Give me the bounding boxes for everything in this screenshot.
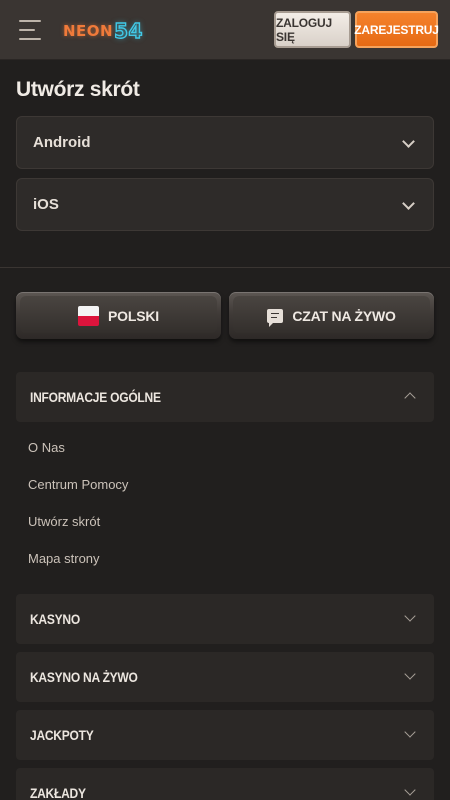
link-help-center[interactable]: Centrum Pomocy: [28, 477, 128, 492]
chevron-up-icon: [404, 392, 416, 404]
language-label: POLSKI: [108, 307, 159, 324]
register-button[interactable]: ZAREJESTRUJ: [354, 11, 439, 48]
android-dropdown[interactable]: Android: [16, 116, 434, 169]
menu-icon[interactable]: [19, 20, 41, 40]
chevron-down-icon: [404, 668, 416, 680]
chevron-down-icon: [404, 784, 416, 796]
shortcut-title: Utwórz skrót: [16, 78, 140, 101]
accordion-label: KASYNO NA ŻYWO: [30, 669, 138, 685]
login-button[interactable]: ZALOGUJ SIĘ: [274, 11, 351, 48]
dropdown-label: Android: [33, 134, 91, 151]
accordion-label: KASYNO: [30, 611, 80, 627]
live-chat-button[interactable]: CZAT NA ŻYWO: [229, 292, 434, 339]
poland-flag-icon: [78, 305, 100, 326]
accordion-bets[interactable]: ZAKŁADY: [16, 768, 434, 800]
chevron-down-icon: [404, 610, 416, 622]
accordion-label: INFORMACJE OGÓLNE: [30, 389, 161, 405]
ios-dropdown[interactable]: iOS: [16, 178, 434, 231]
accordion-general-info[interactable]: INFORMACJE OGÓLNE: [16, 372, 434, 422]
accordion-casino[interactable]: KASYNO: [16, 594, 434, 644]
chevron-down-icon: [402, 197, 415, 210]
create-shortcut-section: Utwórz skrót Android iOS: [0, 61, 450, 268]
logo-number: 54: [113, 18, 143, 43]
chat-icon: [267, 308, 284, 327]
link-sitemap[interactable]: Mapa strony: [28, 551, 100, 566]
chevron-down-icon: [404, 726, 416, 738]
language-button[interactable]: POLSKI: [16, 292, 221, 339]
logo-text: NEON: [63, 22, 114, 40]
accordion-live-casino[interactable]: KASYNO NA ŻYWO: [16, 652, 434, 702]
link-about-us[interactable]: O Nas: [28, 440, 65, 455]
chat-label: CZAT NA ŻYWO: [292, 307, 396, 324]
dropdown-label: iOS: [33, 196, 59, 213]
accordion-label: ZAKŁADY: [30, 785, 86, 800]
top-header: NEON 54 ZALOGUJ SIĘ ZAREJESTRUJ: [0, 0, 450, 60]
chevron-down-icon: [402, 135, 415, 148]
site-logo[interactable]: NEON 54: [63, 16, 143, 46]
link-create-shortcut[interactable]: Utwórz skrót: [28, 514, 100, 529]
accordion-jackpots[interactable]: JACKPOTY: [16, 710, 434, 760]
accordion-label: JACKPOTY: [30, 727, 94, 743]
